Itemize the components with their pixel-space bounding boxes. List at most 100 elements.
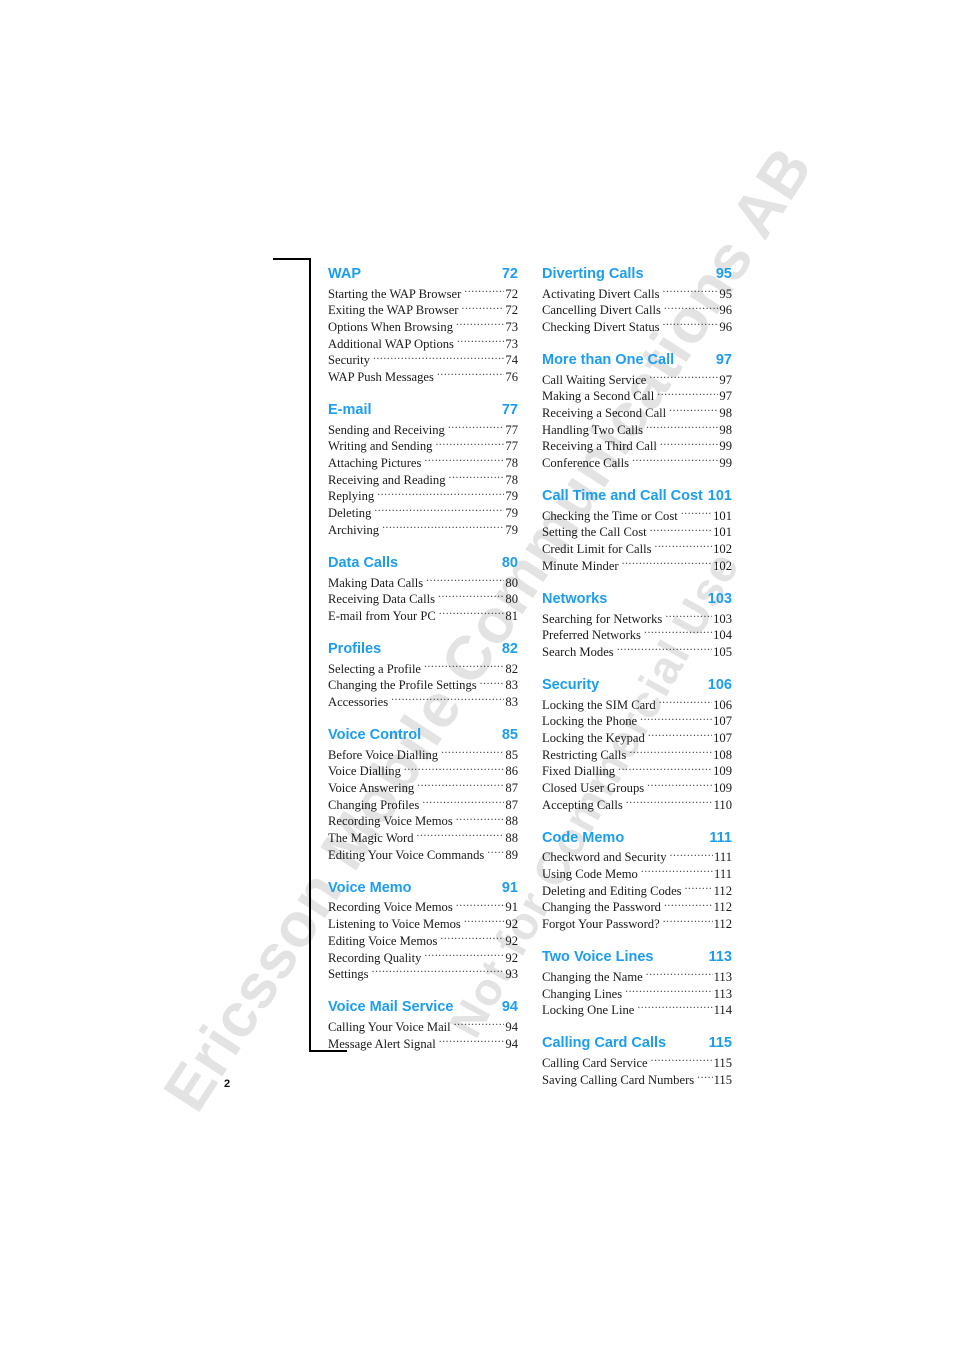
toc-section-heading[interactable]: WAP 72 <box>328 265 518 284</box>
toc-entry[interactable]: Starting the WAP Browser 72 <box>328 285 518 302</box>
toc-entry-page: 92 <box>505 933 518 948</box>
toc-entry[interactable]: Locking the Keypad 107 <box>542 729 732 746</box>
toc-section: Voice Memo91Recording Voice Memos91Liste… <box>328 879 518 982</box>
toc-entry-dot-leader <box>646 968 713 981</box>
toc-entry[interactable]: Recording Voice Memos 91 <box>328 899 518 916</box>
toc-entry[interactable]: Security 74 <box>328 352 518 369</box>
toc-section-heading[interactable]: Voice Memo 91 <box>328 879 518 898</box>
toc-entry[interactable]: Recording Voice Memos 88 <box>328 813 518 830</box>
toc-entry[interactable]: Closed User Groups 109 <box>542 779 732 796</box>
toc-entry[interactable]: Settings 93 <box>328 966 518 983</box>
toc-entry[interactable]: Handling Two Calls 98 <box>542 421 732 438</box>
toc-entry[interactable]: Checking Divert Status 96 <box>542 318 732 335</box>
toc-entry[interactable]: Credit Limit for Calls 102 <box>542 541 732 558</box>
toc-entry[interactable]: Cancelling Divert Calls 96 <box>542 302 732 319</box>
toc-entry-dot-leader <box>424 949 504 962</box>
toc-entry[interactable]: Making a Second Call 97 <box>542 388 732 405</box>
toc-entry[interactable]: E-mail from Your PC 81 <box>328 607 518 624</box>
toc-entry-dot-leader <box>663 318 719 331</box>
toc-entry[interactable]: Changing the Profile Settings 83 <box>328 677 518 694</box>
toc-section-heading[interactable]: Call Time and Call Cost 101 <box>542 487 732 506</box>
toc-entry[interactable]: Sending and Receiving 77 <box>328 421 518 438</box>
toc-entry[interactable]: Archiving 79 <box>328 521 518 538</box>
toc-section-heading[interactable]: Voice Control 85 <box>328 726 518 745</box>
toc-section-heading[interactable]: Data Calls 80 <box>328 554 518 573</box>
toc-entry-dot-leader <box>456 318 504 331</box>
toc-entry[interactable]: Receiving a Third Call 99 <box>542 438 732 455</box>
toc-entry[interactable]: Replying 79 <box>328 488 518 505</box>
toc-entry[interactable]: Checking the Time or Cost 101 <box>542 507 732 524</box>
toc-entry[interactable]: Calling Card Service 115 <box>542 1054 732 1071</box>
toc-section-heading[interactable]: Networks 103 <box>542 590 732 609</box>
toc-section-heading[interactable]: More than One Call 97 <box>542 351 732 370</box>
toc-entry[interactable]: Options When Browsing 73 <box>328 318 518 335</box>
toc-entry-label: Using Code Memo <box>542 867 638 882</box>
toc-entry[interactable]: Editing Voice Memos 92 <box>328 932 518 949</box>
toc-entry[interactable]: The Magic Word 88 <box>328 830 518 847</box>
toc-section-title: Data Calls <box>328 554 399 571</box>
toc-entry[interactable]: Listening to Voice Memos 92 <box>328 916 518 933</box>
toc-section-heading[interactable]: Security 106 <box>542 676 732 695</box>
toc-entry[interactable]: Checkword and Security 111 <box>542 849 732 866</box>
toc-entry[interactable]: Using Code Memo 111 <box>542 866 732 883</box>
toc-entry[interactable]: Saving Calling Card Numbers 115 <box>542 1071 732 1088</box>
toc-section-heading[interactable]: Diverting Calls 95 <box>542 265 732 284</box>
toc-section-heading[interactable]: Voice Mail Service 94 <box>328 998 518 1017</box>
toc-entry[interactable]: Attaching Pictures 78 <box>328 455 518 472</box>
toc-entry[interactable]: Deleting 79 <box>328 505 518 522</box>
toc-entry[interactable]: Voice Answering 87 <box>328 779 518 796</box>
toc-entry[interactable]: Receiving a Second Call 98 <box>542 404 732 421</box>
toc-entry-dot-leader <box>456 899 505 912</box>
toc-entry[interactable]: Receiving Data Calls 80 <box>328 591 518 608</box>
toc-entry[interactable]: Voice Dialling 86 <box>328 763 518 780</box>
toc-entry[interactable]: Changing the Password 112 <box>542 899 732 916</box>
toc-entry[interactable]: Searching for Networks 103 <box>542 610 732 627</box>
toc-entry[interactable]: Minute Minder 102 <box>542 557 732 574</box>
toc-entry[interactable]: WAP Push Messages 76 <box>328 368 518 385</box>
toc-entry-label: Activating Divert Calls <box>542 286 660 301</box>
toc-entry[interactable]: Exiting the WAP Browser 72 <box>328 302 518 319</box>
toc-section-heading[interactable]: Profiles 82 <box>328 640 518 659</box>
toc-entry-dot-leader <box>372 966 505 979</box>
toc-entry[interactable]: Activating Divert Calls 95 <box>542 285 732 302</box>
toc-section-heading[interactable]: E-mail 77 <box>328 401 518 420</box>
toc-entry[interactable]: Deleting and Editing Codes 112 <box>542 882 732 899</box>
toc-section-heading[interactable]: Code Memo 111 <box>542 829 732 848</box>
toc-entry[interactable]: Message Alert Signal94 <box>328 1035 518 1052</box>
toc-entry[interactable]: Call Waiting Service 97 <box>542 371 732 388</box>
toc-entry-label: The Magic Word <box>328 831 414 846</box>
toc-section-page: 80 <box>501 554 518 571</box>
toc-entry[interactable]: Additional WAP Options 73 <box>328 335 518 352</box>
toc-entry-label: Editing Your Voice Commands <box>328 847 485 862</box>
toc-left-column: WAP72Starting the WAP Browser72Exiting t… <box>328 265 518 1088</box>
toc-entry[interactable]: Receiving and Reading 78 <box>328 471 518 488</box>
toc-entry[interactable]: Preferred Networks 104 <box>542 627 732 644</box>
toc-entry[interactable]: Search Modes 105 <box>542 643 732 660</box>
toc-entry[interactable]: Selecting a Profile 82 <box>328 660 518 677</box>
toc-entry[interactable]: Making Data Calls 80 <box>328 574 518 591</box>
toc-entry[interactable]: Setting the Call Cost 101 <box>542 524 732 541</box>
toc-entry[interactable]: Accepting Calls 110 <box>542 796 732 813</box>
toc-entry[interactable]: Locking the Phone 107 <box>542 713 732 730</box>
toc-entry[interactable]: Changing Lines 113 <box>542 985 732 1002</box>
toc-entry[interactable]: Accessories 83 <box>328 693 518 710</box>
toc-section-heading[interactable]: Two Voice Lines 113 <box>542 948 732 967</box>
toc-entry[interactable]: Fixed Dialling 109 <box>542 763 732 780</box>
toc-section-page: 103 <box>707 590 732 607</box>
toc-entry[interactable]: Conference Calls 99 <box>542 455 732 472</box>
toc-entry-label: Changing the Name <box>542 969 643 984</box>
toc-entry[interactable]: Changing the Name 113 <box>542 968 732 985</box>
toc-entry-label: Changing the Password <box>542 900 661 915</box>
toc-entry[interactable]: Locking One Line 114 <box>542 1002 732 1019</box>
toc-entry[interactable]: Forgot Your Password? 112 <box>542 916 732 933</box>
toc-entry-page: 103 <box>713 611 732 626</box>
toc-entry[interactable]: Restricting Calls 108 <box>542 746 732 763</box>
toc-entry[interactable]: Writing and Sending 77 <box>328 438 518 455</box>
toc-entry[interactable]: Calling Your Voice Mail 94 <box>328 1018 518 1035</box>
toc-entry[interactable]: Before Voice Dialling 85 <box>328 746 518 763</box>
toc-section-heading[interactable]: Calling Card Calls 115 <box>542 1034 732 1053</box>
toc-entry[interactable]: Locking the SIM Card 106 <box>542 696 732 713</box>
toc-entry[interactable]: Editing Your Voice Commands 89 <box>328 846 518 863</box>
toc-entry[interactable]: Changing Profiles 87 <box>328 796 518 813</box>
toc-entry[interactable]: Recording Quality 92 <box>328 949 518 966</box>
